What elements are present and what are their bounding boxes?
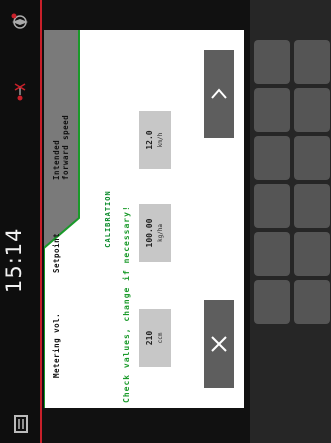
- terminal-screen: 15:14 CALIBRATION Check values, change i: [0, 0, 331, 443]
- row-setpoint-label: Setpoint: [52, 232, 61, 273]
- softkey-0-5[interactable]: [254, 280, 290, 324]
- drive-icon: [14, 83, 26, 101]
- row-speed-label: Intended forward speed: [52, 114, 70, 180]
- row-metering-label: Metering vol.: [52, 312, 61, 378]
- gps-icon: [11, 13, 28, 29]
- softkey-0-0[interactable]: [254, 40, 290, 84]
- speed-value-field[interactable]: 12.0 km/h: [139, 111, 171, 169]
- menu-book-icon[interactable]: [10, 413, 32, 435]
- close-icon: [211, 336, 227, 352]
- softkey-1-5[interactable]: [294, 280, 330, 324]
- confirm-button[interactable]: [204, 50, 234, 138]
- softkey-1-4[interactable]: [294, 232, 330, 276]
- softkey-panel: [250, 0, 331, 443]
- metering-value-field[interactable]: 210 ccm: [139, 309, 171, 367]
- softkey-1-0[interactable]: [294, 40, 330, 84]
- softkey-0-4[interactable]: [254, 232, 290, 276]
- softkey-1-3[interactable]: [294, 184, 330, 228]
- setpoint-value-field[interactable]: 100.00 kg/ha: [139, 204, 171, 262]
- terminal-stage: 15:14 CALIBRATION Check values, change i: [0, 0, 331, 443]
- chevron-right-icon: [211, 88, 227, 99]
- clock: 15:14: [2, 227, 26, 293]
- softkey-0-1[interactable]: [254, 88, 290, 132]
- softkey-0-2[interactable]: [254, 136, 290, 180]
- softkey-1-1[interactable]: [294, 88, 330, 132]
- dialog-hint: Check values, change if necessary!: [122, 205, 131, 403]
- cancel-button[interactable]: [204, 300, 234, 388]
- calibration-dialog: CALIBRATION Check values, change if nece…: [44, 30, 244, 408]
- dialog-title: CALIBRATION: [104, 190, 112, 248]
- status-bar: 15:14: [0, 0, 42, 443]
- softkey-1-2[interactable]: [294, 136, 330, 180]
- softkey-0-3[interactable]: [254, 184, 290, 228]
